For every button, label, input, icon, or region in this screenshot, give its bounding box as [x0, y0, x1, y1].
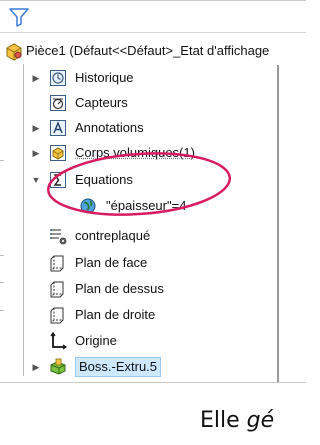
boss-extrude-icon [50, 358, 66, 375]
tree-item-sensors[interactable]: Capteurs [0, 91, 277, 115]
plane-icon [50, 307, 64, 324]
tree-item-label: Origine [75, 333, 117, 348]
root-label: Pièce1 (Défaut<<Défaut>_Etat d'affichage [26, 43, 270, 58]
caption-plain: Elle [200, 408, 247, 433]
collapse-arrow-icon[interactable]: ▼ [30, 174, 42, 186]
expand-arrow-icon[interactable]: ▶ [30, 72, 42, 84]
history-icon [50, 70, 66, 86]
equations-icon [50, 172, 66, 188]
tree-item-label: Capteurs [75, 95, 128, 110]
filter-icon[interactable] [8, 6, 30, 28]
annotations-icon [50, 120, 66, 136]
tree-item-right-plane[interactable]: Plan de droite [0, 303, 277, 327]
tree-item-history[interactable]: ▶ Historique [0, 66, 277, 90]
filter-divider [0, 32, 306, 33]
origin-icon [50, 331, 68, 350]
solid-bodies-icon [50, 145, 66, 161]
tree-item-top-plane[interactable]: Plan de dessus [0, 277, 277, 301]
plane-icon [50, 255, 64, 272]
tree-item-origin[interactable]: Origine [0, 329, 277, 353]
tree-item-label: Plan de face [75, 255, 148, 270]
sensors-icon [50, 95, 66, 111]
caption-italic: gé [246, 408, 275, 433]
tree-item-label: "épaisseur"=4 [106, 198, 187, 213]
expand-arrow-icon[interactable]: ▶ [30, 122, 42, 134]
panel-bottom-border [0, 382, 306, 383]
tree-item-label: Plan de dessus [75, 281, 164, 296]
edge-tick [0, 255, 4, 256]
tree-item-label: Boss.-Extru.5 [75, 357, 162, 377]
tree-item-annotations[interactable]: ▶ Annotations [0, 116, 277, 140]
tree-item-global-variable[interactable]: "épaisseur"=4 [0, 194, 277, 218]
edge-tick [0, 310, 4, 311]
expand-arrow-icon[interactable]: ▶ [30, 361, 42, 373]
caption-text: Elle gé [200, 408, 274, 433]
tree-item-material[interactable]: contreplaqué [0, 224, 277, 248]
tree-item-label: contreplaqué [75, 228, 151, 243]
tree-item-boss-extrude[interactable]: ▶ Boss.-Extru.5 [0, 355, 277, 379]
tree-item-label: Equations [75, 172, 133, 187]
edge-tick [0, 160, 4, 161]
tree-item-front-plane[interactable]: Plan de face [0, 251, 277, 275]
expand-arrow-icon[interactable]: ▶ [30, 147, 42, 159]
material-icon [50, 229, 67, 245]
top-border [0, 0, 306, 1]
part-icon [6, 43, 22, 61]
tree-root-part[interactable]: Pièce1 (Défaut<<Défaut>_Etat d'affichage [0, 40, 306, 64]
tree-item-label: Corps volumiques(1) [75, 145, 195, 160]
global-variable-icon [80, 198, 96, 214]
tree-item-label: Plan de droite [75, 307, 156, 322]
feature-manager-panel: Pièce1 (Défaut<<Défaut>_Etat d'affichage… [0, 0, 306, 383]
edge-tick [0, 282, 4, 283]
plane-icon [50, 281, 64, 298]
tree-item-label: Historique [75, 70, 134, 85]
tree-item-solid-bodies[interactable]: ▶ Corps volumiques(1) [0, 141, 277, 165]
tree-item-equations[interactable]: ▼ Equations [0, 168, 277, 192]
panel-right-border [277, 65, 279, 382]
tree-item-label: Annotations [75, 120, 144, 135]
